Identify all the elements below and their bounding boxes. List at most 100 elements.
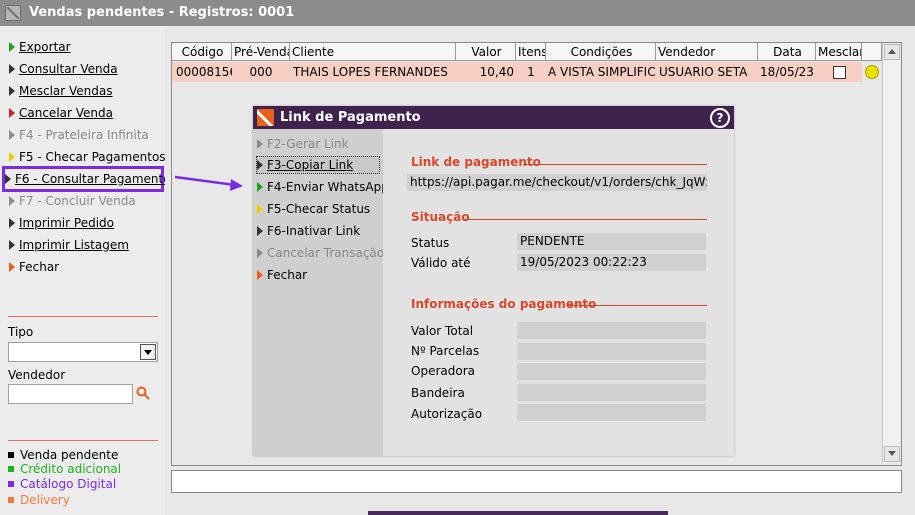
col-codigo[interactable]: Código (172, 43, 232, 61)
legend-label: Delivery (20, 493, 70, 507)
dialog-menu-fechar[interactable]: Fechar (257, 265, 307, 285)
search-icon[interactable] (136, 386, 150, 400)
vendedor-input[interactable] (8, 384, 133, 404)
legend-label: Crédito adicional (20, 462, 122, 476)
dialog-menu-label: Fechar (267, 268, 308, 282)
valor-total-label: Valor Total (411, 324, 474, 338)
menu-imprimir-pedido[interactable]: Imprimir Pedido (9, 213, 159, 233)
help-icon[interactable]: ? (710, 108, 730, 128)
grid-scrollbar[interactable] (882, 43, 900, 463)
legend-venda-pendente: Venda pendente (8, 448, 118, 462)
menu-label: F7 - Concluir Venda (19, 194, 136, 208)
section-divider (568, 305, 707, 306)
col-cliente[interactable]: Cliente (290, 43, 456, 61)
divider (8, 316, 158, 317)
dialog-menu-label: F6-Inativar Link (267, 224, 361, 238)
annotation-arrow-icon (174, 175, 243, 191)
triangle-icon (257, 248, 263, 258)
dialog-menu-label: F3-Copiar Link (267, 158, 354, 172)
menu-label: Imprimir Listagem (19, 238, 129, 252)
cell-itens: 1 (516, 62, 546, 82)
triangle-icon (257, 270, 263, 280)
legend-label: Venda pendente (20, 448, 119, 462)
dialog-menu-gerar-link[interactable]: F2-Gerar Link (257, 134, 349, 154)
parcelas-value (517, 343, 706, 360)
triangle-icon (9, 196, 15, 206)
col-pre-venda[interactable]: Pré-Venda (232, 43, 290, 61)
payment-link-dialog: Link de Pagamento ? F2-Gerar Link F3-Cop… (253, 106, 734, 456)
triangle-icon (257, 160, 263, 170)
triangle-icon (5, 174, 11, 184)
cell-pre-venda: 000 (232, 62, 290, 82)
legend-credito-adicional: Crédito adicional (8, 462, 121, 476)
triangle-icon (9, 86, 15, 96)
section-info-title: Informações do pagamento (411, 297, 597, 311)
operadora-label: Operadora (411, 364, 475, 378)
status-bar (171, 470, 902, 493)
col-status[interactable] (862, 43, 882, 61)
legend-label: Catálogo Digital (20, 477, 117, 491)
triangle-icon (9, 108, 15, 118)
menu-consultar-pagamento[interactable]: F6 - Consultar Pagamento (2, 166, 171, 192)
bottom-accent (368, 511, 668, 515)
section-divider (523, 164, 707, 165)
legend-swatch (8, 481, 14, 487)
menu-checar-pagamentos[interactable]: F5 - Checar Pagamentos (9, 147, 166, 167)
section-situacao-title: Situação (411, 210, 470, 224)
autorizacao-value (517, 404, 706, 421)
dialog-menu-cancelar-transacao[interactable]: Cancelar Transação (257, 243, 384, 263)
triangle-icon (9, 218, 15, 228)
triangle-icon (9, 64, 15, 74)
valor-total-value (517, 322, 706, 339)
status-indicator-icon (865, 65, 879, 79)
menu-label: Exportar (19, 40, 71, 54)
col-vendedor[interactable]: Vendedor (656, 43, 758, 61)
dialog-menu-checar-status[interactable]: F5-Checar Status (257, 199, 370, 219)
col-data[interactable]: Data (758, 43, 816, 61)
tipo-select[interactable] (8, 342, 158, 362)
col-itens[interactable]: Itens (516, 43, 546, 61)
cell-codigo: 00008156 (176, 62, 232, 82)
triangle-icon (257, 204, 263, 214)
menu-label: Imprimir Pedido (19, 216, 114, 230)
cell-valor: 10,40 (456, 62, 514, 82)
menu-label: F5 - Checar Pagamentos (19, 150, 166, 164)
menu-mesclar-vendas[interactable]: Mesclar Vendas (9, 81, 159, 101)
menu-consultar-venda[interactable]: Consultar Venda (9, 59, 159, 79)
menu-imprimir-listagem[interactable]: Imprimir Listagem (9, 235, 159, 255)
dialog-menu-copiar-link[interactable]: F3-Copiar Link (256, 156, 380, 174)
valido-value: 19/05/2023 00:22:23 (517, 254, 706, 271)
valido-label: Válido até (411, 256, 471, 270)
window-title-bar: Vendas pendentes - Registros: 0001 (0, 0, 915, 26)
col-condicoes[interactable]: Condições (546, 43, 656, 61)
menu-concluir-venda[interactable]: F7 - Concluir Venda (9, 191, 159, 211)
cell-cliente: THAIS LOPES FERNANDES (293, 62, 456, 82)
dialog-menu-inativar-link[interactable]: F6-Inativar Link (257, 221, 360, 241)
cell-data: 18/05/23 (758, 62, 816, 82)
scroll-down-icon[interactable] (884, 446, 900, 462)
mesclar-checkbox[interactable] (833, 66, 846, 79)
menu-cancelar-venda[interactable]: Cancelar Venda (9, 103, 159, 123)
menu-prateleira-infinita[interactable]: F4 - Prateleira Infinita (9, 125, 159, 145)
triangle-icon (9, 152, 15, 162)
dialog-title: Link de Pagamento (280, 110, 421, 125)
menu-fechar[interactable]: Fechar (9, 257, 159, 277)
col-mesclar[interactable]: Mesclar (816, 43, 862, 61)
autorizacao-label: Autorização (411, 407, 483, 421)
payment-link-field[interactable]: https://api.pagar.me/checkout/v1/orders/… (407, 174, 707, 191)
chevron-down-icon[interactable] (140, 344, 156, 360)
triangle-icon (257, 226, 263, 236)
legend-swatch (8, 452, 14, 458)
status-label: Status (411, 236, 450, 250)
scroll-up-icon[interactable] (884, 44, 900, 60)
operadora-value (517, 363, 706, 380)
menu-label: Fechar (19, 260, 60, 274)
legend-delivery: Delivery (8, 493, 70, 507)
col-valor[interactable]: Valor (456, 43, 516, 61)
bandeira-value (517, 384, 706, 401)
menu-label: Cancelar Venda (19, 106, 113, 120)
dialog-menu-enviar-whatsapp[interactable]: F4-Enviar WhatsApp (257, 177, 389, 197)
tipo-label: Tipo (8, 325, 34, 339)
menu-label: F6 - Consultar Pagamento (15, 172, 171, 186)
menu-exportar[interactable]: Exportar (9, 37, 159, 57)
